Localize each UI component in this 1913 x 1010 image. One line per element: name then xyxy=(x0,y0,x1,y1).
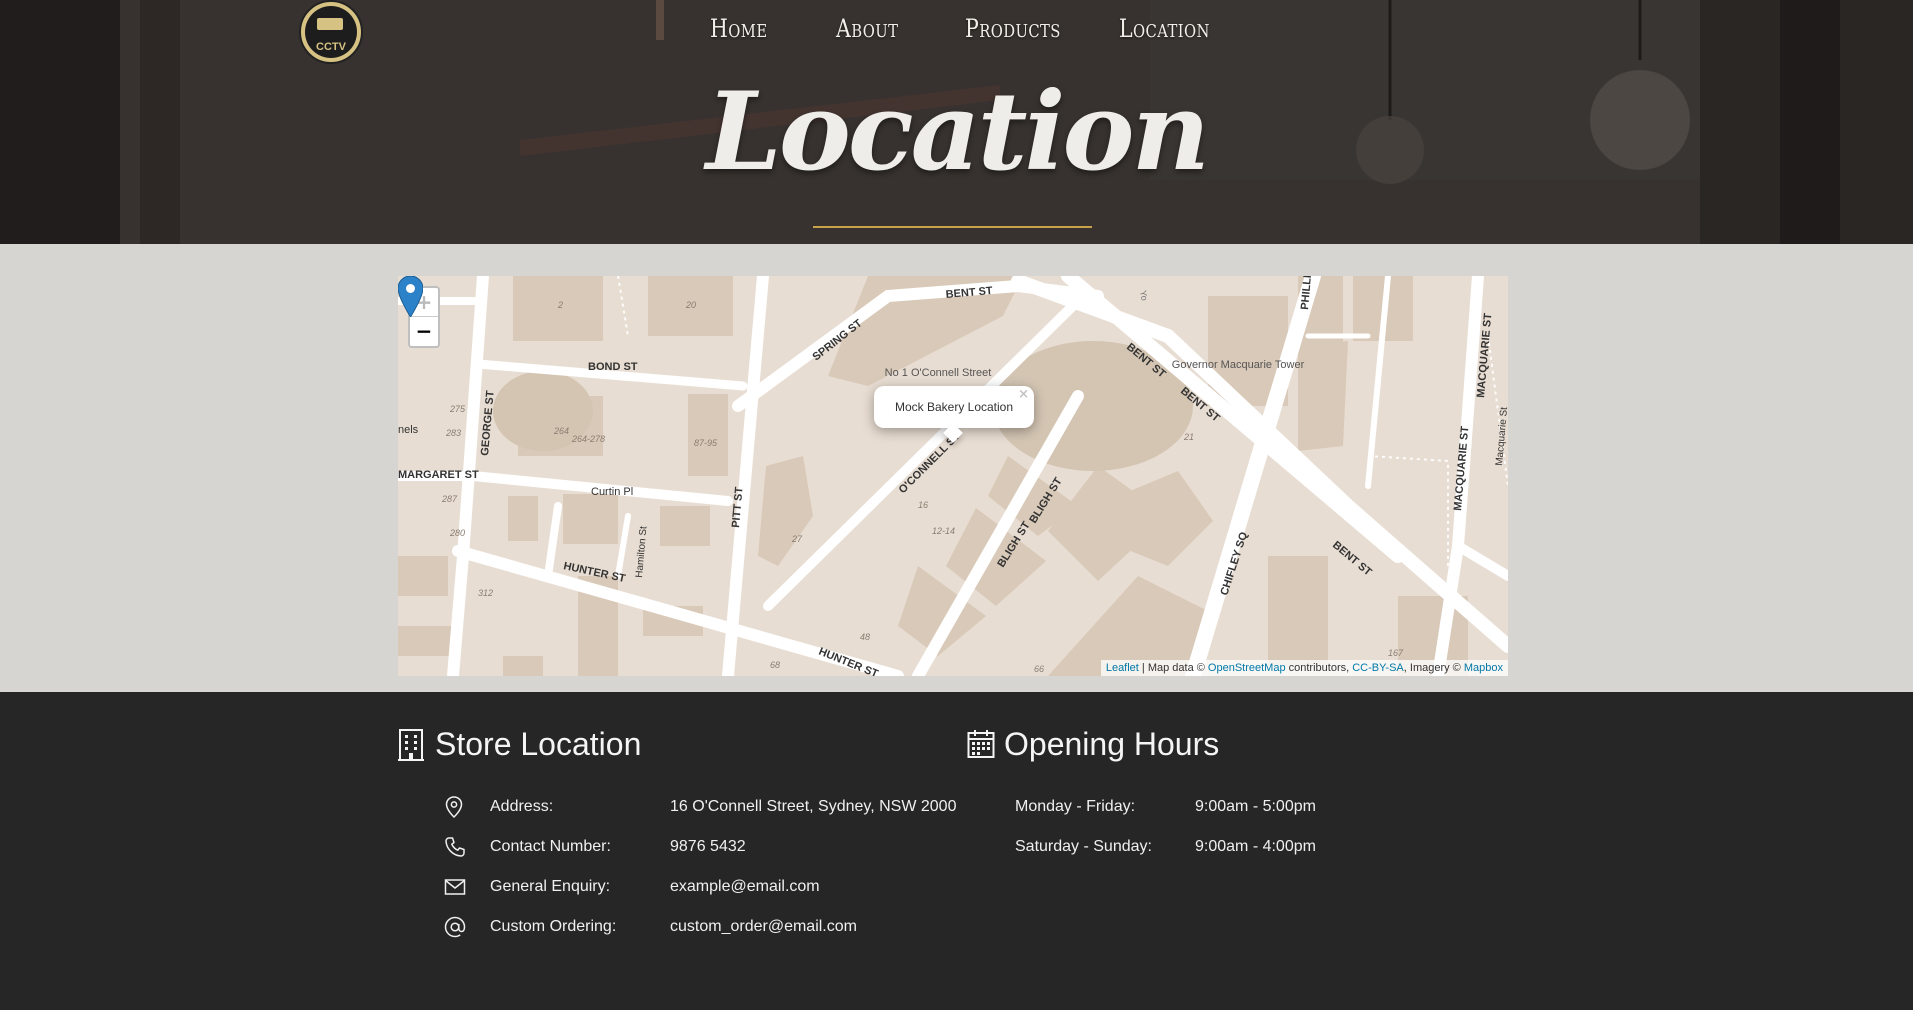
street-label: MARGARET ST xyxy=(398,469,479,481)
place-label: No 1 O'Connell Street xyxy=(885,367,992,379)
contact-number-row: Contact Number: 9876 5432 xyxy=(444,834,964,860)
general-enquiry-label: General Enquiry: xyxy=(490,878,611,895)
street-label: nels xyxy=(398,424,419,436)
address-value: 16 O'Connell Street, Sydney, NSW 2000 xyxy=(670,798,957,815)
cc-by-sa-link[interactable]: CC-BY-SA xyxy=(1352,662,1404,674)
nav-home-link[interactable]: Home xyxy=(710,14,768,43)
custom-ordering-row: Custom Ordering: custom_order@email.com xyxy=(444,914,964,940)
heading-text: Store Location xyxy=(435,726,642,762)
svg-text:280: 280 xyxy=(449,528,465,538)
mapbox-link[interactable]: Mapbox xyxy=(1464,662,1503,674)
svg-text:287: 287 xyxy=(441,494,458,504)
street-label: BOND ST xyxy=(588,361,638,373)
popup-close-button[interactable]: × xyxy=(1018,387,1029,402)
place-label: Governor Macquarie Tower xyxy=(1172,359,1305,371)
leaflet-link[interactable]: Leaflet xyxy=(1106,662,1139,674)
svg-text:283: 283 xyxy=(445,428,461,438)
hours-weekday-row: Monday - Friday: 9:00am - 5:00pm xyxy=(1015,794,1415,820)
svg-text:21: 21 xyxy=(1183,432,1194,442)
svg-text:27: 27 xyxy=(791,534,803,544)
zoom-out-button[interactable]: − xyxy=(410,317,438,346)
map-popup: Mock Bakery Location × xyxy=(874,386,1034,443)
phone-icon xyxy=(445,837,465,857)
svg-text:87-95: 87-95 xyxy=(694,438,718,448)
street-map[interactable]: GEORGE ST BOND ST MARGARET ST Curtin Pl … xyxy=(398,276,1508,676)
svg-text:264-278: 264-278 xyxy=(571,434,605,444)
opening-hours-heading: Opening Hours xyxy=(967,724,1367,764)
contact-number-value[interactable]: 9876 5432 xyxy=(670,834,746,860)
map-attribution: Leaflet | Map data © OpenStreetMap contr… xyxy=(1100,660,1508,676)
weekday-label: Monday - Friday: xyxy=(1015,798,1136,815)
hero-banner: CCTV Home About Products Location Locati… xyxy=(0,0,1913,244)
popup-text: Mock Bakery Location xyxy=(894,400,1014,414)
svg-text:312: 312 xyxy=(478,588,493,598)
contact-number-label: Contact Number: xyxy=(490,838,611,855)
svg-text:275: 275 xyxy=(449,404,466,414)
svg-text:66: 66 xyxy=(1034,664,1044,674)
nav-about-link[interactable]: About xyxy=(836,14,898,43)
svg-text:16: 16 xyxy=(918,500,928,510)
weekend-label: Saturday - Sunday: xyxy=(1015,838,1152,855)
address-label: Address: xyxy=(490,798,554,815)
at-icon xyxy=(444,916,466,938)
street-label: Curtin Pl xyxy=(591,486,633,498)
weekend-hours: 9:00am - 4:00pm xyxy=(1195,838,1316,855)
nav-location-link[interactable]: Location xyxy=(1119,14,1210,43)
custom-ordering-label: Custom Ordering: xyxy=(490,918,617,935)
envelope-icon xyxy=(444,879,466,895)
weekday-hours: 9:00am - 5:00pm xyxy=(1195,798,1316,815)
svg-text:48: 48 xyxy=(860,632,870,642)
general-enquiry-email[interactable]: example@email.com xyxy=(670,874,820,900)
store-location-heading: Store Location xyxy=(398,724,798,764)
svg-text:167: 167 xyxy=(1388,648,1404,658)
map-tiles[interactable]: GEORGE ST BOND ST MARGARET ST Curtin Pl … xyxy=(398,276,1508,676)
general-enquiry-row: General Enquiry: example@email.com xyxy=(444,874,964,900)
heading-text: Opening Hours xyxy=(1004,726,1220,762)
footer-info: Store Location Address: 16 O'Connell Str… xyxy=(0,692,1913,1010)
street-label: Yo xyxy=(1138,290,1150,302)
svg-text:12-14: 12-14 xyxy=(932,526,955,536)
address-row: Address: 16 O'Connell Street, Sydney, NS… xyxy=(444,794,964,820)
map-pin-marker-icon[interactable] xyxy=(398,276,423,317)
map-section: GEORGE ST BOND ST MARGARET ST Curtin Pl … xyxy=(0,244,1913,692)
hours-weekend-row: Saturday - Sunday: 9:00am - 4:00pm xyxy=(1015,834,1415,860)
calendar-icon xyxy=(967,730,995,758)
openstreetmap-link[interactable]: OpenStreetMap xyxy=(1208,662,1286,674)
svg-text:264: 264 xyxy=(553,426,569,436)
main-nav: Home About Products Location xyxy=(0,14,1913,54)
svg-text:68: 68 xyxy=(770,660,780,670)
nav-products-link[interactable]: Products xyxy=(965,14,1061,43)
title-underline xyxy=(813,226,1092,228)
building-icon xyxy=(398,729,424,761)
map-pin-icon xyxy=(445,796,463,818)
page-title: Location xyxy=(705,69,1210,195)
svg-text:2: 2 xyxy=(557,300,563,310)
svg-text:20: 20 xyxy=(685,300,696,310)
custom-ordering-email[interactable]: custom_order@email.com xyxy=(670,914,857,940)
